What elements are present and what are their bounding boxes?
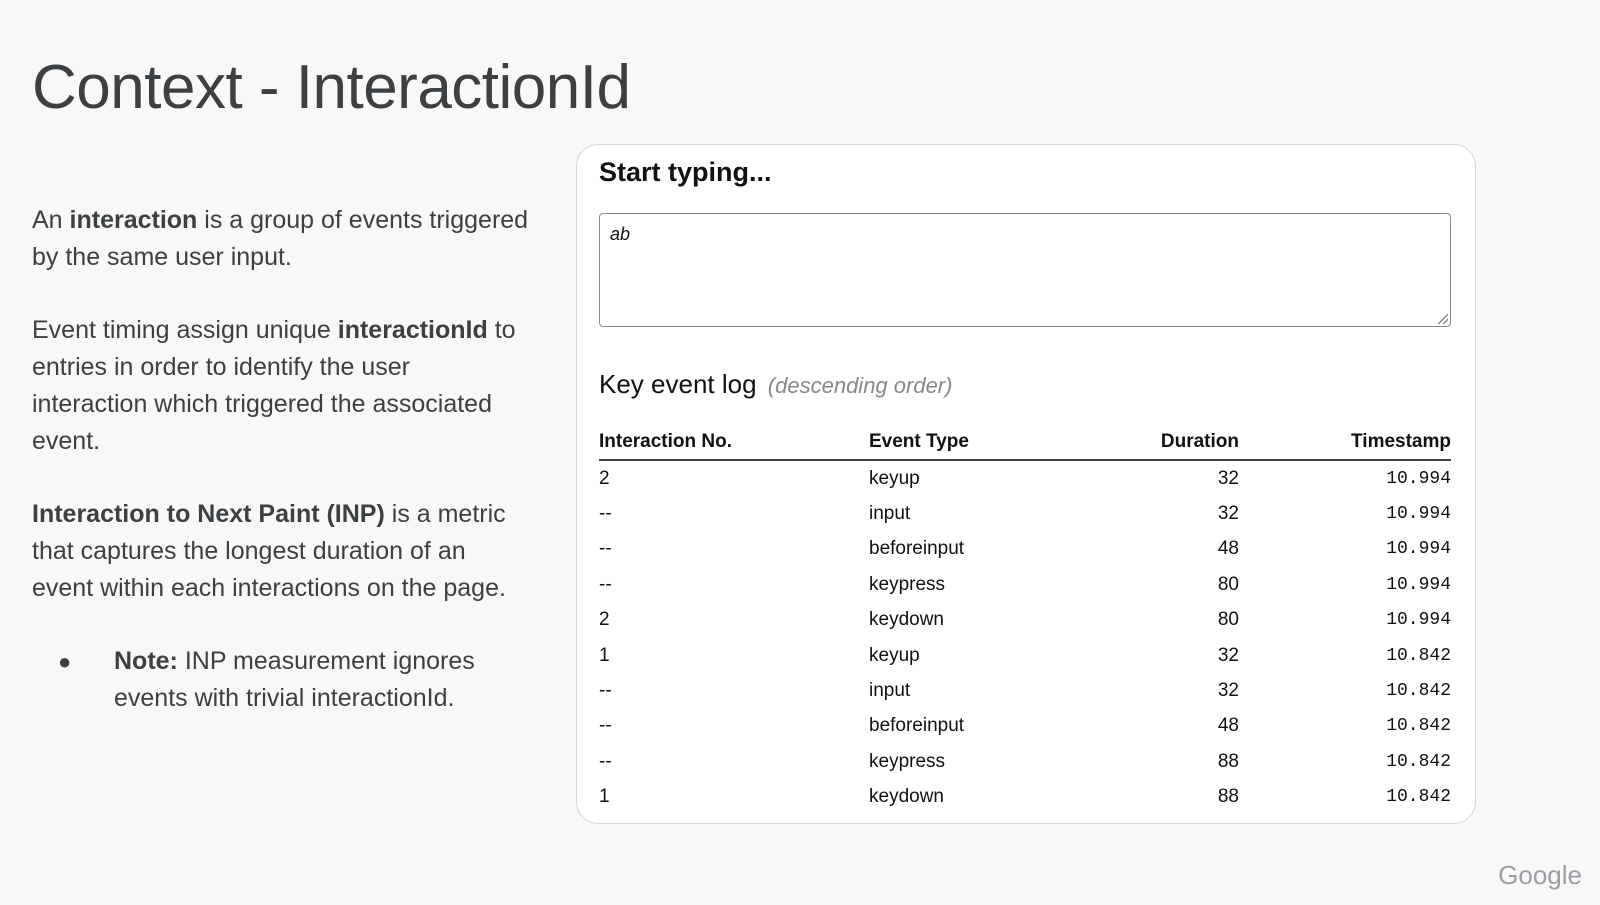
table-row: 2 keyup 32 10.994	[599, 460, 1451, 496]
paragraph-inp: Interaction to Next Paint (INP) is a met…	[32, 496, 532, 607]
cell-interaction-no: --	[599, 750, 612, 772]
note-label: Note:	[114, 647, 178, 675]
paragraph-interaction: An interaction is a group of events trig…	[32, 202, 532, 276]
panel-heading: Start typing...	[599, 157, 772, 187]
demo-panel: Start typing... ab Key event log (descen…	[576, 144, 1476, 824]
cell-timestamp: 10.994	[1386, 504, 1451, 525]
cell-interaction-no: --	[599, 680, 612, 702]
cell-event-type: beforeinput	[869, 715, 965, 737]
table-row: -- keypress 88 10.842	[599, 744, 1451, 779]
resize-handle-icon[interactable]	[1438, 314, 1448, 324]
cell-event-type: input	[869, 680, 911, 702]
cell-interaction-no: --	[599, 538, 612, 560]
cell-timestamp: 10.994	[1386, 610, 1451, 631]
table-row: 1 keydown 88 10.842	[599, 780, 1451, 815]
cell-duration: 32	[1217, 644, 1239, 666]
cell-duration: 88	[1217, 750, 1239, 772]
typing-textarea[interactable]: ab	[599, 213, 1451, 327]
table-row: -- keypress 80 10.994	[599, 567, 1451, 602]
log-title: Key event log	[599, 369, 757, 399]
cell-duration: 88	[1217, 786, 1239, 808]
note-text: Note: INP measurement ignores events wit…	[114, 643, 532, 717]
table-header-row: Interaction No. Event Type Duration Time…	[599, 429, 1451, 461]
cell-interaction-no: 2	[599, 609, 610, 631]
cell-duration: 32	[1217, 680, 1239, 702]
cell-interaction-no: 1	[599, 644, 610, 666]
text: Event timing assign unique	[32, 316, 338, 344]
cell-interaction-no: --	[599, 573, 612, 595]
cell-event-type: keyup	[869, 467, 920, 489]
note-bullet: ● Note: INP measurement ignores events w…	[58, 643, 532, 717]
cell-duration: 32	[1217, 503, 1239, 525]
google-logo: Google	[1498, 860, 1582, 890]
term-inp: Interaction to Next Paint (INP)	[32, 500, 385, 528]
cell-event-type: keypress	[869, 573, 946, 595]
cell-event-type: beforeinput	[869, 538, 965, 560]
cell-interaction-no: --	[599, 715, 612, 737]
cell-event-type: keyup	[869, 644, 920, 666]
term-interactionid: interactionId	[337, 316, 488, 344]
cell-timestamp: 10.842	[1386, 787, 1451, 808]
cell-event-type: input	[869, 503, 911, 525]
col-duration: Duration	[1079, 429, 1239, 461]
cell-event-type: keypress	[869, 750, 946, 772]
cell-timestamp: 10.842	[1386, 681, 1451, 702]
table-row: 2 keydown 80 10.994	[599, 603, 1451, 638]
cell-event-type: keydown	[869, 786, 944, 808]
cell-interaction-no: 2	[599, 467, 610, 489]
table-row: -- input 32 10.842	[599, 673, 1451, 708]
col-timestamp: Timestamp	[1239, 429, 1451, 461]
cell-duration: 48	[1217, 715, 1239, 737]
table-row: -- input 32 10.994	[599, 496, 1451, 531]
cell-interaction-no: --	[599, 503, 612, 525]
cell-timestamp: 10.994	[1386, 574, 1451, 595]
table-row: 1 keyup 32 10.842	[599, 638, 1451, 673]
cell-timestamp: 10.994	[1386, 539, 1451, 560]
table-row: -- beforeinput 48 10.994	[599, 532, 1451, 567]
table-row: -- beforeinput 48 10.842	[599, 709, 1451, 744]
text: An	[32, 206, 70, 234]
cell-timestamp: 10.842	[1386, 645, 1451, 666]
cell-event-type: keydown	[869, 609, 944, 631]
cell-interaction-no: 1	[599, 786, 610, 808]
event-log-table: Interaction No. Event Type Duration Time…	[599, 429, 1451, 815]
term-interaction: interaction	[69, 206, 198, 234]
log-heading: Key event log (descending order)	[599, 369, 952, 400]
col-interaction-no: Interaction No.	[599, 429, 869, 461]
slide-title: Context - InteractionId	[32, 53, 631, 122]
cell-duration: 80	[1217, 609, 1239, 631]
explanation-column: An interaction is a group of events trig…	[32, 202, 532, 717]
cell-duration: 80	[1217, 573, 1239, 595]
bullet-icon: ●	[58, 649, 72, 674]
cell-timestamp: 10.994	[1386, 468, 1451, 489]
log-subtitle: (descending order)	[767, 373, 953, 398]
col-event-type: Event Type	[869, 429, 1079, 461]
textarea-value: ab	[610, 224, 631, 244]
cell-duration: 48	[1217, 538, 1239, 560]
cell-timestamp: 10.842	[1386, 716, 1451, 737]
paragraph-interactionid: Event timing assign unique interactionId…	[32, 312, 532, 460]
cell-timestamp: 10.842	[1386, 751, 1451, 772]
cell-duration: 32	[1217, 467, 1239, 489]
